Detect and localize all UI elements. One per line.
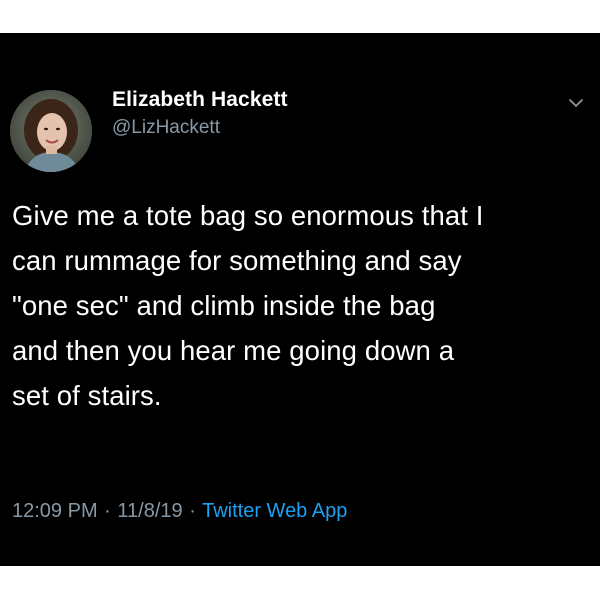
meta-separator: · bbox=[104, 500, 111, 522]
tweet-meta: 12:09 PM · 11/8/19 · Twitter Web App bbox=[12, 498, 347, 524]
tweet-text-line: can rummage for something and say bbox=[12, 245, 462, 276]
chevron-down-icon[interactable] bbox=[566, 93, 586, 113]
author-handle[interactable]: @LizHackett bbox=[112, 115, 288, 141]
profile-photo-icon bbox=[10, 90, 92, 172]
tweet-text-line: set of stairs. bbox=[12, 380, 162, 411]
tweet-text-line: "one sec" and climb inside the bag bbox=[12, 290, 436, 321]
tweet-time[interactable]: 12:09 PM bbox=[12, 500, 98, 522]
screenshot-frame: Elizabeth Hackett @LizHackett Give me a … bbox=[0, 0, 600, 600]
tweet-source-link[interactable]: Twitter Web App bbox=[202, 500, 347, 522]
author-display-name[interactable]: Elizabeth Hackett bbox=[112, 87, 288, 113]
avatar[interactable] bbox=[10, 90, 92, 172]
tweet-text: Give me a tote bag so enormous that I ca… bbox=[12, 193, 582, 418]
tweet-text-line: Give me a tote bag so enormous that I bbox=[12, 200, 484, 231]
tweet-date[interactable]: 11/8/19 bbox=[117, 500, 182, 522]
author-block: Elizabeth Hackett @LizHackett bbox=[112, 87, 288, 141]
tweet-card[interactable]: Elizabeth Hackett @LizHackett Give me a … bbox=[0, 33, 600, 566]
meta-separator: · bbox=[189, 500, 196, 522]
tweet-text-line: and then you hear me going down a bbox=[12, 335, 455, 366]
